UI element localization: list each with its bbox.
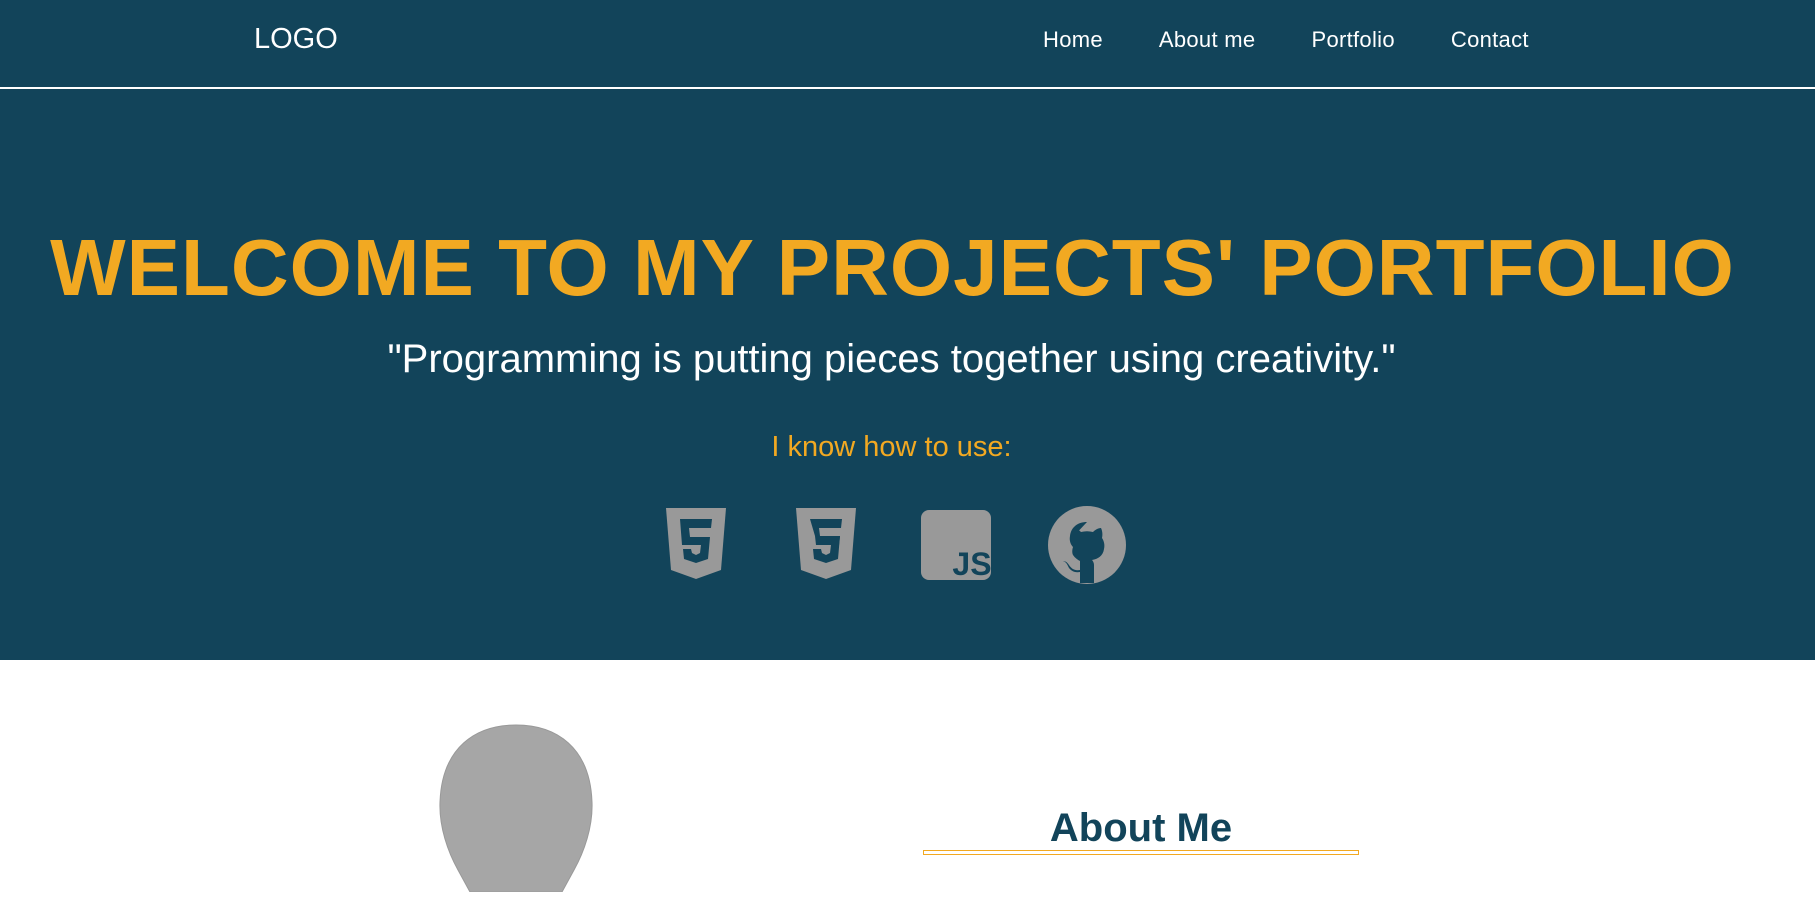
- avatar-icon: [438, 722, 594, 893]
- nav-portfolio-link[interactable]: Portfolio: [1311, 26, 1394, 54]
- github-icon[interactable]: [1047, 505, 1127, 585]
- main-nav: Home About me Portfolio Contact: [1043, 26, 1529, 54]
- javascript-icon-text: JS: [952, 546, 991, 582]
- hero-title: WELCOME TO MY PROJECTS' PORTFOLIO: [50, 223, 1735, 312]
- nav-about-link[interactable]: About me: [1159, 26, 1256, 54]
- about-section: About Me: [0, 660, 1815, 893]
- nav-home-link[interactable]: Home: [1043, 26, 1103, 54]
- about-title-underline: [923, 850, 1359, 855]
- css3-icon[interactable]: [786, 505, 866, 585]
- html5-icon[interactable]: [656, 505, 736, 585]
- logo[interactable]: LOGO: [254, 21, 338, 57]
- top-navbar: LOGO Home About me Portfolio Contact: [0, 0, 1815, 89]
- hero-quote: "Programming is putting pieces together …: [387, 337, 1396, 381]
- javascript-icon[interactable]: JS: [916, 505, 996, 585]
- nav-contact-link[interactable]: Contact: [1451, 26, 1529, 54]
- skills-label: I know how to use:: [771, 431, 1012, 463]
- skills-icons: JS: [0, 505, 1815, 585]
- hero-section: WELCOME TO MY PROJECTS' PORTFOLIO "Progr…: [0, 89, 1815, 660]
- about-title: About Me: [1049, 806, 1233, 850]
